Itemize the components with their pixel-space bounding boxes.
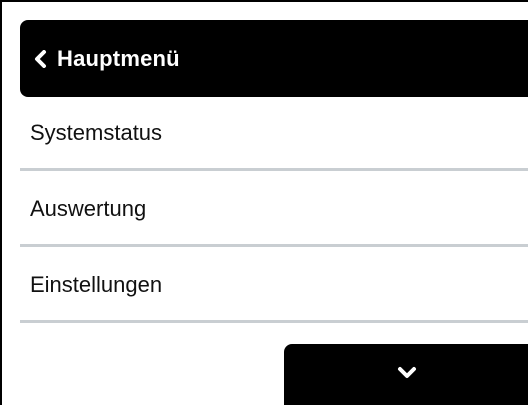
menu-item-label: Auswertung xyxy=(30,195,147,221)
chevron-down-icon xyxy=(397,366,417,385)
menu-item-auswertung[interactable]: Auswertung xyxy=(20,173,528,247)
scroll-down-button[interactable] xyxy=(284,344,528,405)
menu-item-label: Systemstatus xyxy=(30,119,163,145)
main-menu-screen: Hauptmenü Systemstatus Auswertung Einste… xyxy=(0,0,528,405)
menu-item-einstellungen[interactable]: Einstellungen xyxy=(20,249,528,323)
back-to-main-menu-button[interactable]: Hauptmenü xyxy=(20,20,528,97)
chevron-left-icon xyxy=(33,48,51,70)
menu-item-label: Einstellungen xyxy=(30,271,163,297)
header-title: Hauptmenü xyxy=(57,45,180,71)
menu-item-systemstatus[interactable]: Systemstatus xyxy=(20,97,528,171)
